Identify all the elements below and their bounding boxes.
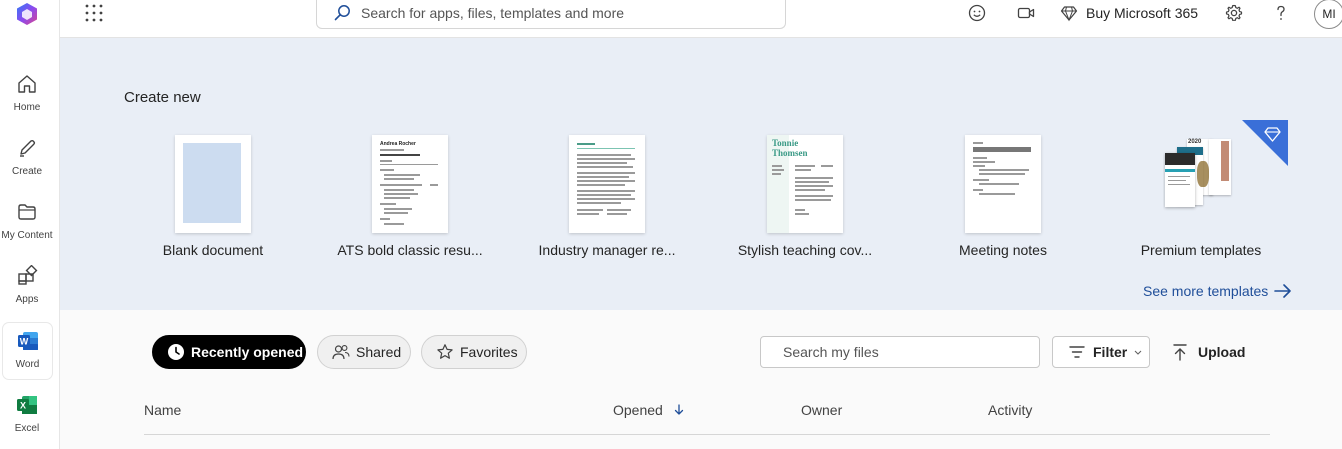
microsoft-365-logo-icon[interactable] bbox=[14, 1, 40, 27]
tab-recently-opened-label: Recently opened bbox=[191, 344, 304, 360]
rail-home[interactable]: Home bbox=[0, 66, 54, 122]
see-more-templates-link[interactable]: See more templates bbox=[1143, 283, 1292, 299]
premium-diamond-badge-icon bbox=[1242, 120, 1288, 166]
thumb-ats-name: Andrea Rocher bbox=[380, 141, 416, 147]
account-avatar[interactable]: MI bbox=[1314, 0, 1342, 29]
settings-gear-icon[interactable] bbox=[1224, 3, 1244, 23]
template-thumbnail bbox=[965, 135, 1041, 233]
filter-button[interactable]: Filter bbox=[1052, 336, 1150, 368]
thumb-premium-year: 2020 bbox=[1188, 139, 1202, 145]
template-label: Stylish teaching cov... bbox=[737, 242, 873, 258]
tab-shared[interactable]: Shared bbox=[317, 335, 411, 369]
apps-icon bbox=[15, 264, 39, 288]
feedback-smiley-icon[interactable] bbox=[967, 3, 987, 23]
column-header-activity[interactable]: Activity bbox=[988, 402, 1032, 418]
upload-label: Upload bbox=[1198, 344, 1246, 360]
rail-create-label: Create bbox=[11, 166, 42, 177]
template-ats-bold-classic-resume[interactable]: Andrea Rocher ATS bold classic resu... bbox=[320, 135, 500, 258]
left-rail: Home Create My Content Apps W Word X Exc… bbox=[0, 0, 60, 449]
rail-create[interactable]: Create bbox=[0, 130, 54, 186]
chevron-down-icon bbox=[1134, 350, 1142, 355]
word-letter: W bbox=[19, 337, 28, 347]
tab-shared-label: Shared bbox=[356, 344, 402, 360]
column-activity-label: Activity bbox=[988, 402, 1033, 418]
rail-excel[interactable]: X Excel bbox=[0, 387, 54, 443]
template-thumbnail: 2020 bbox=[1163, 135, 1239, 233]
table-header-divider bbox=[144, 434, 1270, 435]
filter-label: Filter bbox=[1093, 344, 1128, 360]
app-window: Home Create My Content Apps W Word X Exc… bbox=[0, 0, 1342, 449]
column-header-opened[interactable]: Opened bbox=[613, 402, 685, 418]
column-header-owner[interactable]: Owner bbox=[801, 402, 842, 418]
rail-my-content-label: My Content bbox=[1, 230, 53, 241]
upload-icon bbox=[1173, 344, 1187, 361]
buy-label: Buy Microsoft 365 bbox=[1086, 5, 1199, 21]
people-icon bbox=[332, 345, 350, 360]
filter-icon bbox=[1069, 346, 1085, 358]
file-search[interactable] bbox=[760, 336, 1040, 368]
template-stylish-teaching-cover-letter[interactable]: Tonnie Thomsen Stylish teaching cov... bbox=[715, 135, 895, 258]
home-icon bbox=[15, 72, 39, 96]
thumb-stylish-name-2: Thomsen bbox=[772, 148, 808, 158]
column-header-name[interactable]: Name bbox=[144, 402, 181, 418]
pen-icon bbox=[15, 136, 39, 160]
tab-favorites[interactable]: Favorites bbox=[421, 335, 527, 369]
template-thumbnail: Tonnie Thomsen bbox=[767, 135, 843, 233]
see-more-label: See more templates bbox=[1143, 283, 1269, 299]
file-search-input[interactable] bbox=[761, 337, 1039, 367]
clock-icon bbox=[168, 344, 184, 360]
word-icon: W bbox=[16, 329, 40, 353]
template-label: Blank document bbox=[162, 242, 264, 258]
template-label: Meeting notes bbox=[959, 242, 1047, 258]
excel-icon: X bbox=[15, 393, 39, 417]
column-name-label: Name bbox=[144, 402, 182, 418]
arrow-right-icon bbox=[1274, 284, 1292, 298]
template-meeting-notes[interactable]: Meeting notes bbox=[913, 135, 1093, 258]
template-thumbnail bbox=[569, 135, 645, 233]
tab-recently-opened[interactable]: Recently opened bbox=[152, 335, 306, 369]
star-icon bbox=[437, 344, 453, 359]
thumb-stylish-name-1: Tonnie bbox=[772, 138, 799, 148]
template-label: ATS bold classic resu... bbox=[337, 242, 483, 258]
excel-letter: X bbox=[20, 401, 26, 411]
template-label: Industry manager re... bbox=[538, 242, 676, 258]
folder-icon bbox=[15, 200, 39, 224]
sort-descending-arrow-icon bbox=[674, 404, 683, 415]
app-launcher-icon[interactable] bbox=[84, 3, 104, 23]
column-owner-label: Owner bbox=[801, 402, 843, 418]
column-opened-label: Opened bbox=[613, 402, 663, 418]
upload-button[interactable]: Upload bbox=[1172, 336, 1245, 368]
rail-word[interactable]: W Word bbox=[3, 323, 52, 379]
top-bar: Buy Microsoft 365 MI bbox=[60, 0, 1342, 38]
video-camera-icon[interactable] bbox=[1016, 3, 1036, 23]
diamond-icon bbox=[1060, 6, 1078, 22]
rail-apps-label: Apps bbox=[15, 294, 39, 305]
tab-favorites-label: Favorites bbox=[460, 344, 518, 360]
template-label: Premium templates bbox=[1140, 242, 1262, 258]
create-new-section: Create new Blank document Andrea Rocher bbox=[60, 38, 1342, 310]
global-search[interactable] bbox=[316, 0, 786, 29]
template-thumbnail: Andrea Rocher bbox=[372, 135, 448, 233]
search-icon bbox=[334, 5, 350, 21]
create-new-title: Create new bbox=[124, 89, 201, 106]
template-industry-manager-resume[interactable]: Industry manager re... bbox=[517, 135, 697, 258]
template-blank-document[interactable]: Blank document bbox=[123, 135, 303, 258]
buy-microsoft-365-button[interactable]: Buy Microsoft 365 bbox=[1060, 3, 1198, 23]
rail-excel-label: Excel bbox=[14, 423, 40, 434]
template-thumbnail bbox=[175, 135, 251, 233]
rail-apps[interactable]: Apps bbox=[0, 258, 54, 314]
help-icon[interactable] bbox=[1271, 3, 1291, 23]
rail-my-content[interactable]: My Content bbox=[0, 194, 54, 250]
rail-word-label: Word bbox=[15, 359, 40, 370]
rail-home-label: Home bbox=[13, 102, 41, 113]
global-search-input[interactable] bbox=[361, 5, 761, 21]
